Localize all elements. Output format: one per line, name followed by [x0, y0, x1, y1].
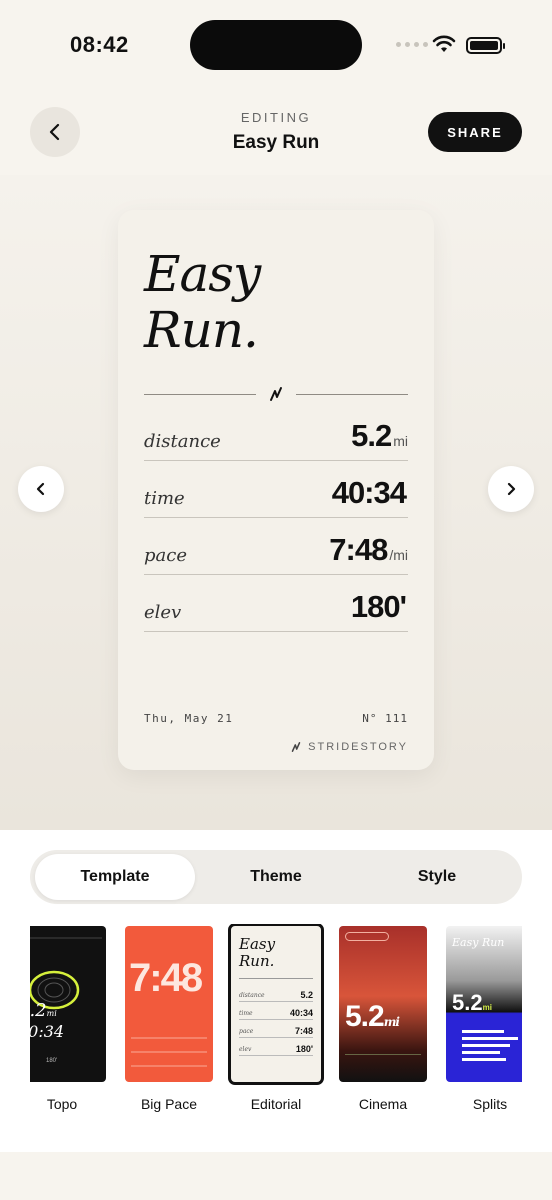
editorial-row: elev 180' — [239, 1038, 313, 1056]
share-button[interactable]: SHARE — [428, 112, 522, 152]
topo-distance: 5.2mi — [30, 1000, 57, 1021]
stat-row-pace: pace 7:48/mi — [144, 518, 408, 575]
status-time: 08:42 — [70, 32, 129, 57]
wifi-icon — [432, 35, 456, 52]
stat-value: 7:48 — [329, 532, 388, 567]
home-indicator-area — [0, 1152, 552, 1200]
stat-label: pace — [144, 545, 187, 566]
stat-label: elev — [144, 602, 182, 623]
story-card-preview: Easy Run. distance 5.2 mi time 40:34 pace… — [118, 210, 434, 770]
tab-style[interactable]: Style — [357, 854, 517, 900]
chevron-right-icon — [507, 482, 516, 496]
stat-label: time — [144, 488, 185, 509]
dynamic-island — [190, 20, 362, 70]
template-label-cinema[interactable]: Cinema — [333, 1096, 433, 1112]
editorial-row: time 40:34 — [239, 1002, 313, 1020]
card-number: N° 111 — [362, 712, 408, 725]
template-label-splits[interactable]: Splits — [440, 1096, 522, 1112]
splits-bars — [462, 1030, 518, 1061]
stat-unit: /mi — [389, 547, 408, 563]
template-thumb-big-pace[interactable]: 7:48 — [125, 926, 213, 1082]
next-template-button[interactable] — [488, 466, 534, 512]
topo-time: 40:34 — [30, 1022, 65, 1041]
stride-logo-icon — [270, 387, 282, 401]
template-thumb-topo[interactable]: 5.2mi 40:34 180' — [30, 926, 106, 1082]
stat-label: distance — [144, 431, 221, 452]
stat-row-distance: distance 5.2 mi — [144, 404, 408, 461]
stat-value: 180' — [350, 589, 407, 624]
template-label-big-pace[interactable]: Big Pace — [119, 1096, 219, 1112]
stat-row-time: time 40:34 — [144, 461, 408, 518]
tab-template[interactable]: Template — [35, 854, 195, 900]
template-thumb-editorial[interactable]: Easy Run. distance 5.2 time 40:34 pace 7:48… — [228, 924, 324, 1085]
stat-unit: mi — [393, 433, 408, 449]
template-thumb-splits[interactable]: Easy Run 5.2mi — [446, 926, 522, 1082]
template-label-editorial[interactable]: Editorial — [226, 1096, 326, 1112]
editorial-title: Easy Run. — [239, 935, 276, 970]
template-thumb-cinema[interactable]: 5.2mi — [339, 926, 427, 1082]
stat-value: 5.2 — [351, 418, 392, 453]
topo-elev: 180' — [46, 1058, 58, 1064]
cellular-signal-icon — [396, 42, 428, 47]
editor-sheet: Template Theme Style 5.2mi 40:34 180' To… — [0, 830, 552, 1152]
battery-icon — [466, 37, 505, 54]
card-title-line2: Run. — [144, 301, 259, 359]
cinema-distance: 5.2mi — [345, 1000, 400, 1033]
template-carousel[interactable]: 5.2mi 40:34 180' Topo 7:48 Big Pace Easy… — [30, 924, 522, 1124]
card-brand: STRIDESTORY — [290, 740, 408, 754]
stat-row-elev: elev 180' — [144, 575, 408, 632]
template-label-topo[interactable]: Topo — [30, 1096, 112, 1112]
previous-template-button[interactable] — [18, 466, 64, 512]
editorial-row: distance 5.2 — [239, 984, 313, 1002]
stat-value: 40:34 — [331, 475, 407, 510]
divider-left — [144, 394, 256, 395]
card-title: Easy Run. — [144, 245, 261, 359]
divider-right — [296, 394, 408, 395]
tab-theme[interactable]: Theme — [196, 854, 356, 900]
card-title-line1: Easy — [144, 245, 261, 303]
bigpace-details — [131, 1037, 207, 1067]
status-bar: 08:42 — [0, 0, 552, 90]
brand-name: STRIDESTORY — [308, 741, 408, 753]
editorial-row: pace 7:48 — [239, 1020, 313, 1038]
segmented-control: Template Theme Style — [30, 850, 522, 904]
stride-logo-icon — [291, 742, 301, 752]
chevron-left-icon — [36, 482, 45, 496]
card-date: Thu, May 21 — [144, 712, 234, 725]
